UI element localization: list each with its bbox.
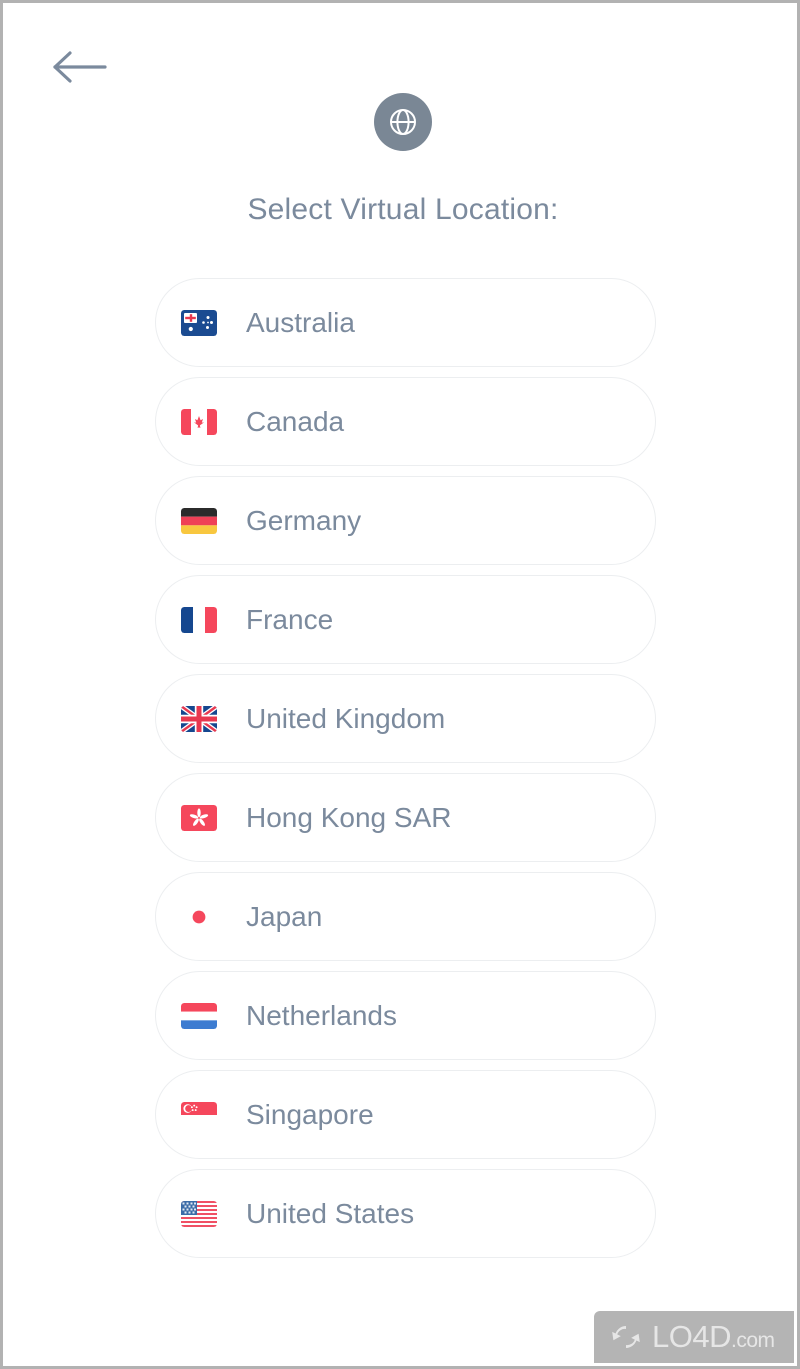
flag-us-icon — [179, 1200, 219, 1227]
location-row-united-kingdom[interactable]: United Kingdom — [155, 674, 656, 763]
location-label: United States — [246, 1197, 415, 1229]
location-label: France — [246, 603, 334, 635]
brand-logo — [3, 93, 797, 151]
location-row-germany[interactable]: Germany — [155, 476, 656, 565]
flag-gb-icon — [179, 705, 219, 732]
watermark-text: LO4D.com — [652, 1319, 775, 1355]
location-row-japan[interactable]: Japan — [155, 872, 656, 961]
location-row-singapore[interactable]: Singapore — [155, 1070, 656, 1159]
globe-icon — [374, 93, 432, 151]
location-row-hong-kong-sar[interactable]: Hong Kong SAR — [155, 773, 656, 862]
flag-nl-icon — [179, 1002, 219, 1029]
flag-hk-icon — [179, 804, 219, 831]
watermark-suffix: .com — [730, 1329, 775, 1352]
arrow-left-icon — [51, 50, 107, 84]
watermark-name: LO4D — [652, 1319, 731, 1354]
flag-de-icon — [179, 507, 219, 534]
location-label: Hong Kong SAR — [246, 801, 452, 833]
flag-fr-icon — [179, 606, 219, 633]
location-label: Germany — [246, 504, 362, 536]
location-label: Netherlands — [246, 999, 397, 1031]
location-label: United Kingdom — [246, 702, 446, 734]
app-window: Select Virtual Location: Australia Canad… — [0, 0, 800, 1369]
location-list: Australia Canada Germany France United K… — [155, 278, 656, 1268]
watermark: LO4D.com — [594, 1311, 794, 1363]
refresh-circle-icon — [607, 1320, 645, 1354]
location-row-australia[interactable]: Australia — [155, 278, 656, 367]
flag-ca-icon — [179, 408, 219, 435]
location-label: Singapore — [246, 1098, 374, 1130]
location-label: Canada — [246, 405, 345, 437]
location-row-canada[interactable]: Canada — [155, 377, 656, 466]
flag-jp-icon — [179, 903, 219, 930]
page-title: Select Virtual Location: — [247, 193, 559, 226]
back-button[interactable] — [47, 43, 111, 91]
location-row-netherlands[interactable]: Netherlands — [155, 971, 656, 1060]
location-label: Australia — [246, 306, 355, 338]
flag-au-icon — [179, 309, 219, 336]
location-row-france[interactable]: France — [155, 575, 656, 664]
location-row-united-states[interactable]: United States — [155, 1169, 656, 1258]
flag-sg-icon — [179, 1101, 219, 1128]
location-label: Japan — [246, 900, 323, 932]
